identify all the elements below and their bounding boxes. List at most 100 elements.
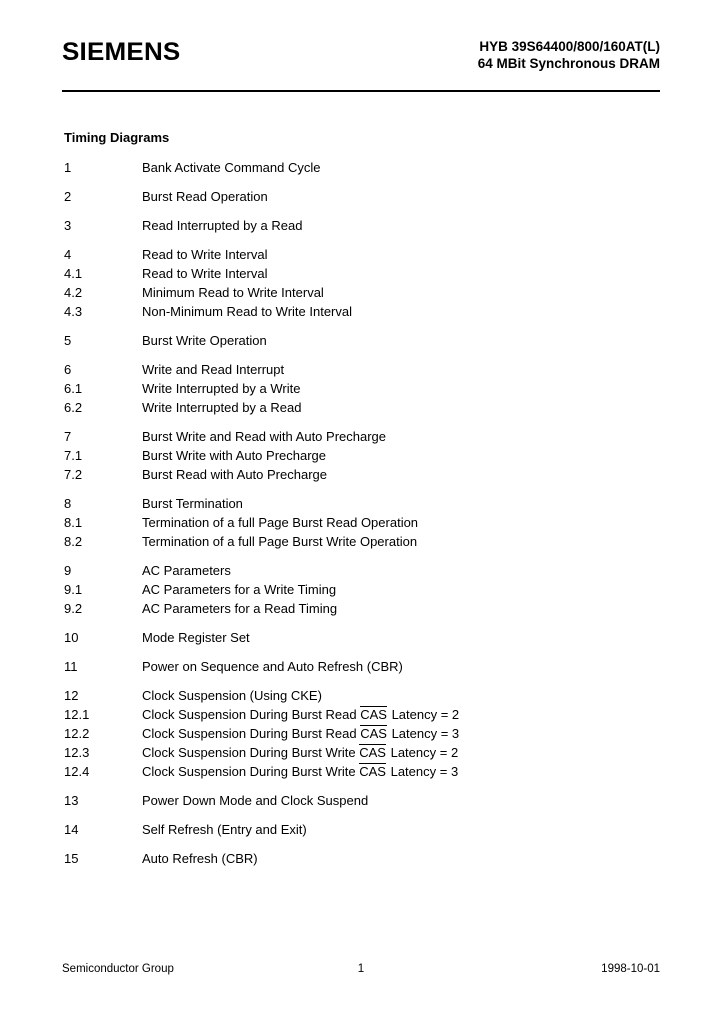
timing-diagram-entry[interactable]: 6 Write and Read Interrupt bbox=[0, 360, 720, 379]
entry-number: 14 bbox=[64, 822, 79, 837]
entry-label: Write and Read Interrupt bbox=[142, 362, 285, 377]
entry-number: 8 bbox=[64, 496, 72, 511]
entry-number: 3 bbox=[64, 218, 72, 233]
timing-diagram-group: 4 Read to Write Interval 4.1 Read to Write … bbox=[0, 245, 720, 321]
entry-number: 6.2 bbox=[64, 400, 83, 415]
entry-label: Burst Write with Auto Precharge bbox=[142, 448, 327, 463]
header-document-title: HYB 39S64400/800/160AT(L) 64 MBit Synchr… bbox=[478, 38, 660, 72]
entry-label: Clock Suspension During Burst Read CAS L… bbox=[142, 724, 459, 743]
timing-diagram-entry[interactable]: 12.4 Clock Suspension During Burst Write … bbox=[0, 762, 720, 781]
entry-label: Read to Write Interval bbox=[142, 247, 268, 262]
timing-diagram-entry[interactable]: 7 Burst Write and Read with Auto Precharg… bbox=[0, 427, 720, 446]
timing-diagram-group: 15 Auto Refresh (CBR) bbox=[0, 849, 720, 868]
entry-label: Auto Refresh (CBR) bbox=[142, 851, 258, 866]
timing-diagram-group: 1 Bank Activate Command Cycle bbox=[0, 158, 720, 177]
entry-label: Mode Register Set bbox=[142, 630, 250, 645]
timing-diagram-entry[interactable]: 2 Burst Read Operation bbox=[0, 187, 720, 206]
timing-diagram-entry[interactable]: 11 Power on Sequence and Auto Refresh (CB… bbox=[0, 657, 720, 676]
timing-diagram-entry[interactable]: 7.2 Burst Read with Auto Precharge bbox=[0, 465, 720, 484]
entry-label: Self Refresh (Entry and Exit) bbox=[142, 822, 307, 837]
entry-number: 5 bbox=[64, 333, 72, 348]
entry-label: Termination of a full Page Burst Write O… bbox=[142, 534, 418, 549]
page-header: SIEMENS HYB 39S64400/800/160AT(L) 64 MBi… bbox=[62, 38, 660, 90]
timing-diagram-entry[interactable]: 9 AC Parameters bbox=[0, 561, 720, 580]
timing-diagram-entry[interactable]: 4.3 Non-Minimum Read to Write Interval bbox=[0, 302, 720, 321]
entry-label-suffix: Latency = 3 bbox=[386, 764, 459, 779]
entry-label: Power on Sequence and Auto Refresh (CBR) bbox=[142, 659, 403, 674]
timing-diagram-entry[interactable]: 4.1 Read to Write Interval bbox=[0, 264, 720, 283]
footer-date: 1998-10-01 bbox=[601, 963, 660, 975]
part-number: HYB 39S64400/800/160AT(L) bbox=[479, 39, 660, 54]
entry-label: Burst Read with Auto Precharge bbox=[142, 467, 327, 482]
timing-diagram-entry[interactable]: 1 Bank Activate Command Cycle bbox=[0, 158, 720, 177]
overlined-signal-name: CAS bbox=[360, 725, 387, 741]
timing-diagram-entry[interactable]: 8.2 Termination of a full Page Burst Writ… bbox=[0, 532, 720, 551]
entry-number: 12 bbox=[64, 688, 79, 703]
entry-label: Clock Suspension (Using CKE) bbox=[142, 688, 322, 703]
entry-number: 4.1 bbox=[64, 266, 83, 281]
entry-label: Non-Minimum Read to Write Interval bbox=[142, 304, 352, 319]
timing-diagram-entry[interactable]: 15 Auto Refresh (CBR) bbox=[0, 849, 720, 868]
entry-number: 12.3 bbox=[64, 745, 90, 760]
timing-diagram-entry[interactable]: 13 Power Down Mode and Clock Suspend bbox=[0, 791, 720, 810]
entry-label: Read Interrupted by a Read bbox=[142, 218, 303, 233]
entry-number: 9.1 bbox=[64, 582, 83, 597]
timing-diagram-entry[interactable]: 4.2 Minimum Read to Write Interval bbox=[0, 283, 720, 302]
entry-number: 7 bbox=[64, 429, 72, 444]
timing-diagram-group: 5 Burst Write Operation bbox=[0, 331, 720, 350]
entry-number: 4.2 bbox=[64, 285, 83, 300]
entry-label: Clock Suspension During Burst Write CAS … bbox=[142, 762, 458, 781]
timing-diagram-entry[interactable]: 6.2 Write Interrupted by a Read bbox=[0, 398, 720, 417]
timing-diagram-group: 13 Power Down Mode and Clock Suspend bbox=[0, 791, 720, 810]
timing-diagram-entry[interactable]: 12.3 Clock Suspension During Burst Write … bbox=[0, 743, 720, 762]
entry-label-prefix: Clock Suspension During Burst Read bbox=[142, 726, 361, 741]
timing-diagram-entry[interactable]: 12.1 Clock Suspension During Burst Read C… bbox=[0, 705, 720, 724]
entry-number: 15 bbox=[64, 851, 79, 866]
timing-diagram-list: 1 Bank Activate Command Cycle 2 Burst Read … bbox=[0, 158, 720, 878]
entry-number: 10 bbox=[64, 630, 79, 645]
entry-label: Burst Read Operation bbox=[142, 189, 268, 204]
timing-diagram-entry[interactable]: 12 Clock Suspension (Using CKE) bbox=[0, 686, 720, 705]
timing-diagram-entry[interactable]: 9.1 AC Parameters for a Write Timing bbox=[0, 580, 720, 599]
entry-label: Clock Suspension During Burst Read CAS L… bbox=[142, 705, 459, 724]
entry-number: 6 bbox=[64, 362, 72, 377]
timing-diagram-entry[interactable]: 8 Burst Termination bbox=[0, 494, 720, 513]
entry-label: Read to Write Interval bbox=[142, 266, 268, 281]
timing-diagram-group: 7 Burst Write and Read with Auto Precharg… bbox=[0, 427, 720, 484]
timing-diagram-entry[interactable]: 8.1 Termination of a full Page Burst Read… bbox=[0, 513, 720, 532]
entry-number: 12.4 bbox=[64, 764, 90, 779]
timing-diagram-group: 8 Burst Termination 8.1 Termination of a fu… bbox=[0, 494, 720, 551]
entry-label: AC Parameters for a Write Timing bbox=[142, 582, 337, 597]
entry-label-suffix: Latency = 2 bbox=[386, 745, 459, 760]
entry-label: Bank Activate Command Cycle bbox=[142, 160, 321, 175]
timing-diagram-entry[interactable]: 6.1 Write Interrupted by a Write bbox=[0, 379, 720, 398]
timing-diagram-entry[interactable]: 7.1 Burst Write with Auto Precharge bbox=[0, 446, 720, 465]
entry-number: 2 bbox=[64, 189, 72, 204]
timing-diagram-group: 6 Write and Read Interrupt 6.1 Write Interr… bbox=[0, 360, 720, 417]
timing-diagram-entry[interactable]: 10 Mode Register Set bbox=[0, 628, 720, 647]
entry-number: 7.2 bbox=[64, 467, 83, 482]
entry-number: 8.2 bbox=[64, 534, 83, 549]
timing-diagram-entry[interactable]: 5 Burst Write Operation bbox=[0, 331, 720, 350]
entry-number: 13 bbox=[64, 793, 79, 808]
entry-label: Power Down Mode and Clock Suspend bbox=[142, 793, 369, 808]
timing-diagram-entry[interactable]: 9.2 AC Parameters for a Read Timing bbox=[0, 599, 720, 618]
timing-diagram-entry[interactable]: 12.2 Clock Suspension During Burst Read C… bbox=[0, 724, 720, 743]
datasheet-page: SIEMENS HYB 39S64400/800/160AT(L) 64 MBi… bbox=[0, 0, 720, 1012]
entry-number: 7.1 bbox=[64, 448, 83, 463]
entry-label: Burst Write Operation bbox=[142, 333, 267, 348]
timing-diagram-entry[interactable]: 14 Self Refresh (Entry and Exit) bbox=[0, 820, 720, 839]
timing-diagram-entry[interactable]: 3 Read Interrupted by a Read bbox=[0, 216, 720, 235]
entry-number: 12.1 bbox=[64, 707, 90, 722]
entry-number: 6.1 bbox=[64, 381, 83, 396]
timing-diagram-group: 11 Power on Sequence and Auto Refresh (CB… bbox=[0, 657, 720, 676]
entry-label: Clock Suspension During Burst Write CAS … bbox=[142, 743, 458, 762]
overlined-signal-name: CAS bbox=[359, 744, 386, 760]
entry-label: Minimum Read to Write Interval bbox=[142, 285, 324, 300]
entry-label-prefix: Clock Suspension During Burst Read bbox=[142, 707, 361, 722]
siemens-logo: SIEMENS bbox=[62, 38, 181, 66]
entry-number: 4.3 bbox=[64, 304, 83, 319]
timing-diagram-entry[interactable]: 4 Read to Write Interval bbox=[0, 245, 720, 264]
entry-number: 8.1 bbox=[64, 515, 83, 530]
entry-number: 11 bbox=[64, 659, 78, 674]
